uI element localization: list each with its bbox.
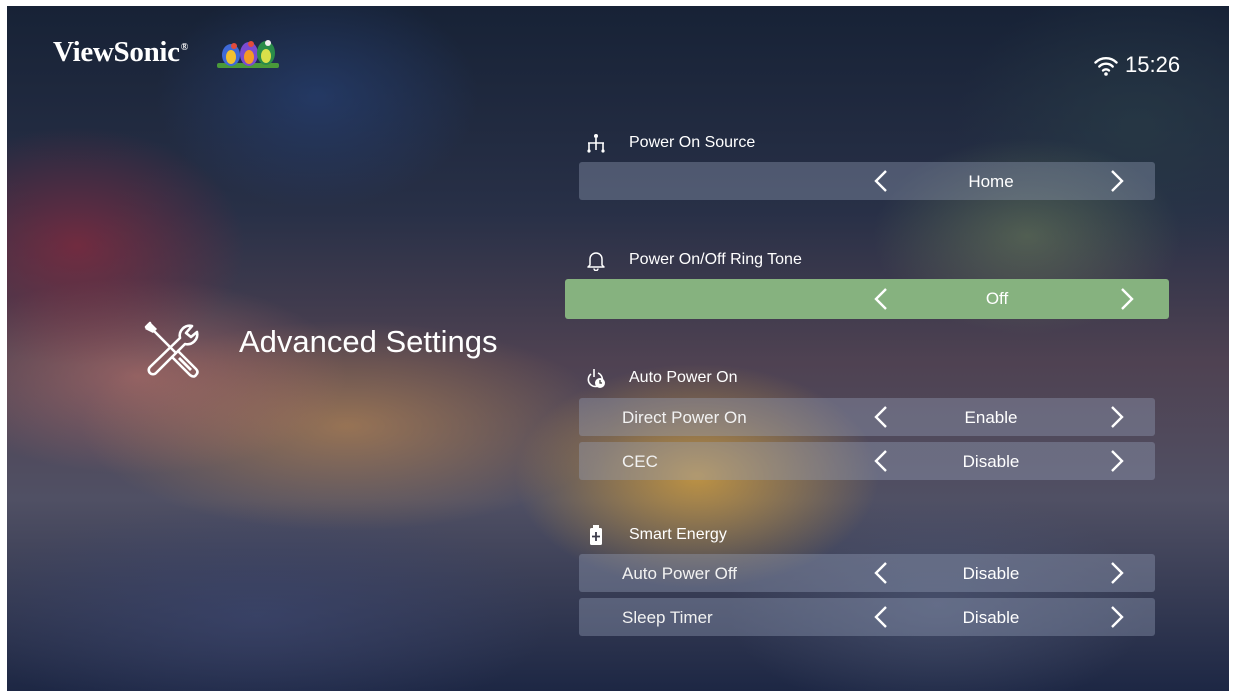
brand-name: ViewSonic [53, 36, 180, 68]
group-header-auto-power-on: Auto Power On [585, 366, 738, 390]
chevron-left-icon[interactable] [873, 449, 889, 473]
row-value: Disable [962, 452, 1020, 471]
row-value: Disable [962, 564, 1020, 583]
group-header-power-on-source: Power On Source [585, 131, 755, 155]
row-label: Direct Power On [622, 408, 747, 427]
chevron-left-icon[interactable] [873, 405, 889, 429]
bell-icon [587, 252, 605, 271]
setting-row-sleep-timer[interactable]: Sleep Timer Disable [579, 598, 1155, 636]
group-header-ring-tone: Power On/Off Ring Tone [585, 248, 802, 272]
chevron-right-icon[interactable] [1119, 287, 1135, 311]
tv-screen: ViewSonic® 15:26 Advanced Settings Power… [7, 6, 1229, 691]
row-value: Disable [962, 608, 1020, 627]
source-tree-icon [587, 134, 605, 153]
group-label: Power On Source [629, 134, 756, 151]
setting-row-auto-power-off[interactable]: Auto Power Off Disable [579, 554, 1155, 592]
row-label: Sleep Timer [622, 608, 713, 627]
birds-logo-icon [217, 40, 279, 68]
row-label: CEC [622, 452, 658, 471]
brand-logo: ViewSonic® [53, 36, 188, 69]
group-label: Power On/Off Ring Tone [629, 251, 802, 268]
setting-row-cec[interactable]: CEC Disable [579, 442, 1155, 480]
wifi-icon [1094, 57, 1118, 76]
row-value: Home [968, 172, 1014, 191]
page-title: Advanced Settings [239, 324, 498, 359]
row-value: Off [985, 289, 1009, 308]
clock: 15:26 [1125, 52, 1181, 77]
group-header-smart-energy: Smart Energy [585, 523, 727, 547]
tools-icon [144, 321, 199, 378]
chevron-left-icon[interactable] [873, 287, 889, 311]
chevron-right-icon[interactable] [1109, 405, 1125, 429]
row-value: Enable [964, 408, 1018, 427]
chevron-left-icon[interactable] [873, 169, 889, 193]
setting-row-ring-tone[interactable]: Off [565, 279, 1169, 319]
chevron-right-icon[interactable] [1109, 605, 1125, 629]
brand-mark: ® [180, 42, 188, 54]
group-label: Smart Energy [629, 526, 727, 543]
setting-row-direct-power-on[interactable]: Direct Power On Enable [579, 398, 1155, 436]
chevron-right-icon[interactable] [1109, 169, 1125, 193]
chevron-right-icon[interactable] [1109, 449, 1125, 473]
power-clock-icon [587, 369, 605, 388]
group-label: Auto Power On [629, 369, 738, 386]
setting-row-power-on-source[interactable]: Home [579, 162, 1155, 200]
battery-icon [590, 525, 602, 545]
row-label: Auto Power Off [622, 564, 737, 583]
chevron-left-icon[interactable] [873, 605, 889, 629]
chevron-left-icon[interactable] [873, 561, 889, 585]
chevron-right-icon[interactable] [1109, 561, 1125, 585]
